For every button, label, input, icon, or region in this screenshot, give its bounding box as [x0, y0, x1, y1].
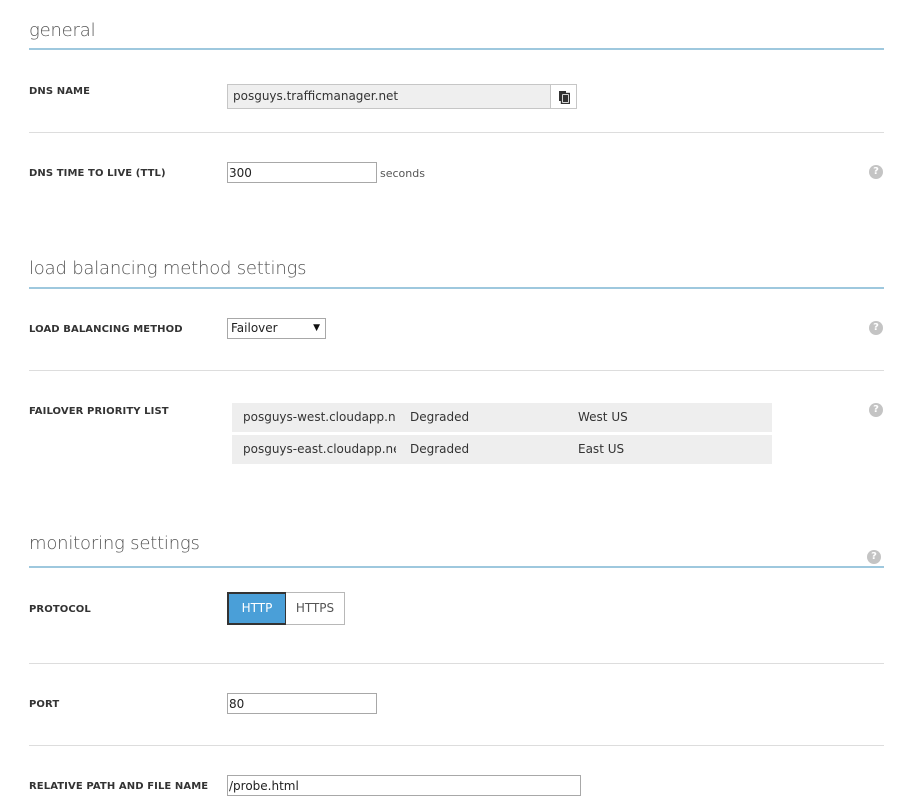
- row-divider: [29, 663, 884, 664]
- monitoring-help-icon[interactable]: ?: [867, 550, 881, 564]
- endpoint-name: posguys-west.cloudapp.net: [243, 410, 396, 424]
- load-balancing-method-value: Failover: [231, 321, 278, 335]
- endpoint-region: East US: [578, 442, 625, 456]
- load-balancing-method-label: LOAD BALANCING METHOD: [29, 324, 183, 335]
- port-label: PORT: [29, 699, 60, 710]
- chevron-down-icon: ▼: [313, 323, 320, 333]
- priority-list-row-2[interactable]: posguys-east.cloudapp.net Degraded East …: [232, 435, 772, 464]
- protocol-https-button[interactable]: HTTPS: [286, 592, 345, 625]
- dns-name-field: posguys.trafficmanager.net: [227, 84, 551, 109]
- relative-path-label: RELATIVE PATH AND FILE NAME: [29, 781, 209, 792]
- section-divider-monitoring: [29, 566, 884, 568]
- copy-dns-name-button[interactable]: [550, 84, 577, 109]
- failover-priority-list-label: FAILOVER PRIORITY LIST: [29, 406, 169, 417]
- protocol-label: PROTOCOL: [29, 604, 91, 615]
- load-balancing-method-select[interactable]: Failover ▼: [227, 318, 326, 339]
- load-balancing-method-help-icon[interactable]: ?: [869, 321, 883, 335]
- protocol-http-button[interactable]: HTTP: [227, 592, 287, 625]
- row-divider: [29, 132, 884, 133]
- section-divider-load-balancing: [29, 287, 884, 289]
- endpoint-region: West US: [578, 410, 628, 424]
- priority-list-row-1[interactable]: posguys-west.cloudapp.net Degraded West …: [232, 403, 772, 432]
- ttl-unit: seconds: [380, 167, 425, 180]
- section-title-load-balancing: load balancing method settings: [29, 258, 307, 279]
- section-title-monitoring: monitoring settings: [29, 533, 200, 554]
- port-input[interactable]: [227, 693, 377, 714]
- section-divider-general: [29, 48, 884, 50]
- ttl-input[interactable]: [227, 162, 377, 183]
- relative-path-input[interactable]: [227, 775, 581, 796]
- row-divider: [29, 370, 884, 371]
- row-divider: [29, 745, 884, 746]
- dns-name-label: DNS NAME: [29, 86, 91, 97]
- endpoint-status: Degraded: [410, 442, 470, 456]
- traffic-manager-configure-page: general DNS NAME posguys.trafficmanager.…: [0, 0, 907, 810]
- endpoint-name: posguys-east.cloudapp.net: [243, 442, 396, 456]
- copy-icon: [558, 90, 570, 104]
- endpoint-status: Degraded: [410, 410, 470, 424]
- ttl-help-icon[interactable]: ?: [869, 165, 883, 179]
- failover-priority-help-icon[interactable]: ?: [869, 403, 883, 417]
- section-title-general: general: [29, 20, 96, 41]
- ttl-label: DNS TIME TO LIVE (TTL): [29, 168, 166, 179]
